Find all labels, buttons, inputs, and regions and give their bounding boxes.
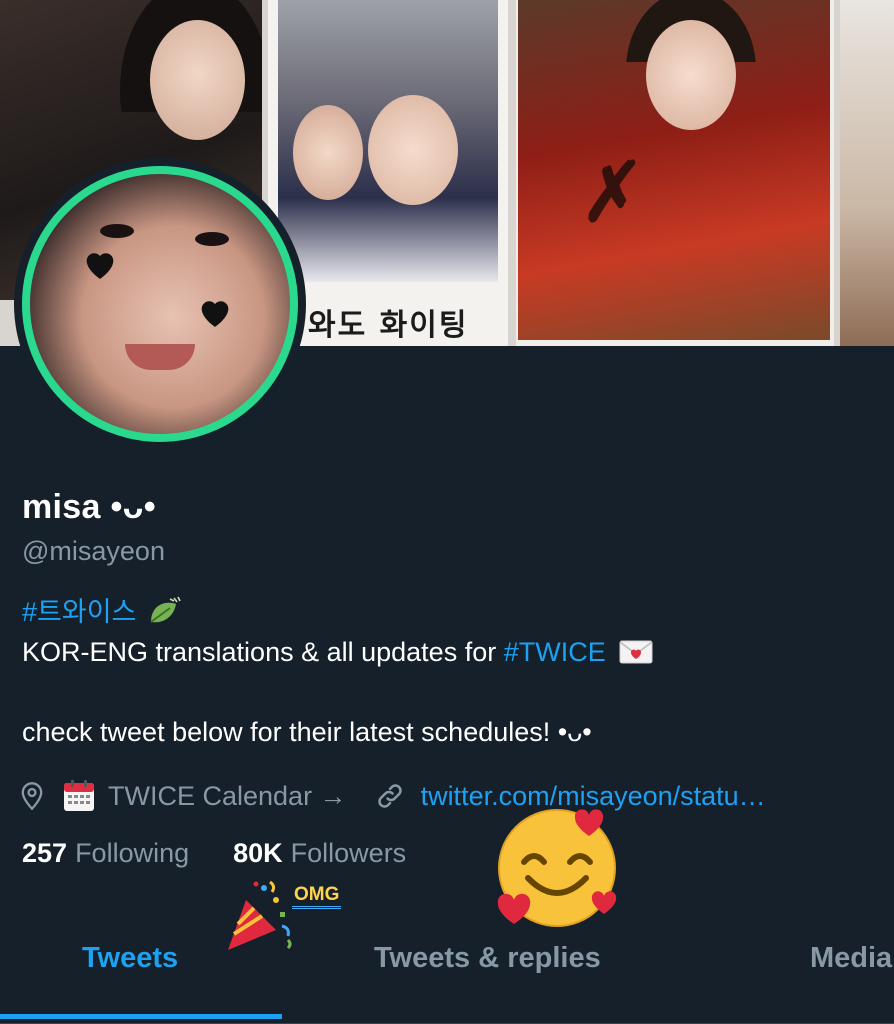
bio-line-translations: KOR-ENG translations & all updates for	[22, 637, 504, 667]
banner-caption: 와도 화이팅	[308, 308, 469, 343]
banner-photo-4	[840, 0, 894, 346]
tab-media[interactable]: Media	[810, 942, 892, 975]
following-label: Following	[75, 838, 190, 868]
calendar-icon	[62, 779, 96, 813]
location-pin-icon	[18, 781, 46, 811]
following-count: 257	[22, 838, 68, 868]
bio-hashtag-twice[interactable]: #TWICE	[504, 637, 606, 667]
display-name: misa •ᴗ•	[22, 488, 156, 526]
bio-hashtag-twice-korean[interactable]: #트와이스	[22, 597, 136, 627]
following-link[interactable]: 257 Following	[22, 838, 189, 869]
follow-counts: 257 Following 80K Followers	[22, 838, 450, 869]
leaf-icon	[150, 596, 181, 623]
heart-drawing-icon	[86, 253, 114, 279]
followers-label: Followers	[290, 838, 407, 868]
active-tab-indicator	[0, 1014, 282, 1019]
location-text: TWICE Calendar →	[108, 780, 347, 811]
username-handle: @misayeon	[22, 536, 165, 566]
banner-photo-3: ✗	[516, 0, 834, 346]
tab-tweets-and-replies[interactable]: Tweets & replies	[374, 942, 601, 975]
profile-bio: #트와이스 KOR-ENG translations & all updates…	[22, 592, 882, 752]
heart-drawing-icon	[201, 301, 229, 327]
avatar[interactable]	[14, 158, 306, 450]
omg-sticker: OMG	[292, 884, 342, 909]
profile-meta-row: TWICE Calendar → twitter.com/misayeon/st…	[18, 776, 766, 816]
smiling-hearts-icon	[497, 809, 617, 927]
avatar-image	[22, 166, 298, 442]
followers-link[interactable]: 80K Followers	[233, 838, 406, 869]
followers-count: 80K	[233, 838, 283, 868]
envelope-heart-icon	[619, 640, 653, 664]
bio-line-schedules: check tweet below for their latest sched…	[22, 717, 592, 747]
profile-tabs: Tweets Tweets & replies Media	[0, 930, 894, 1024]
link-icon	[375, 781, 405, 811]
tab-tweets[interactable]: Tweets	[82, 942, 178, 975]
